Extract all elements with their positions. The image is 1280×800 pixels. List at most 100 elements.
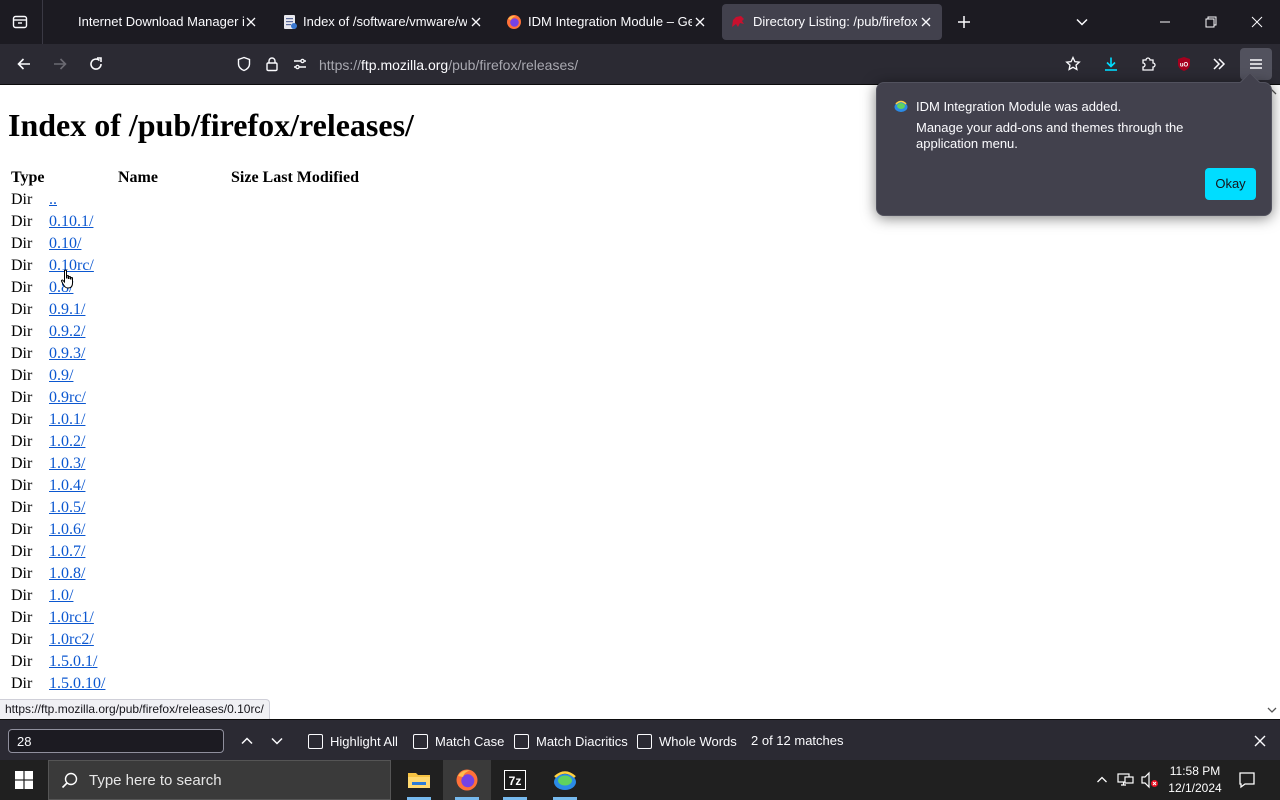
directory-link[interactable]: 0.9.1/ <box>49 301 85 319</box>
find-next-button[interactable] <box>265 729 289 753</box>
tab-close-button[interactable] <box>690 12 710 32</box>
forward-button[interactable] <box>44 48 76 80</box>
tab-title: IDM Integration Module – Get t <box>528 14 692 29</box>
directory-link[interactable]: 1.0.6/ <box>49 521 85 539</box>
entry-type: Dir <box>11 521 33 538</box>
directory-link[interactable]: 1.0/ <box>49 587 73 605</box>
checkbox-box[interactable] <box>637 733 652 749</box>
directory-link[interactable]: 1.0.5/ <box>49 499 85 517</box>
okay-button[interactable]: Okay <box>1205 168 1256 200</box>
directory-link[interactable]: 1.0rc2/ <box>49 631 94 649</box>
directory-link[interactable]: 1.0rc1/ <box>49 609 94 627</box>
minimize-button[interactable] <box>1142 0 1188 44</box>
reload-button[interactable] <box>80 48 112 80</box>
reload-icon <box>90 57 102 70</box>
restore-icon <box>1205 16 1217 28</box>
url-bar[interactable]: https://ftp.mozilla.org/pub/firefox/rele… <box>228 49 1094 80</box>
tab-close-button[interactable] <box>241 12 261 32</box>
directory-link[interactable]: 1.0.1/ <box>49 411 85 429</box>
ublock-origin-button[interactable]: uO <box>1168 48 1200 80</box>
directory-link[interactable]: 0.10.1/ <box>49 213 93 231</box>
entry-type: Dir <box>11 543 33 560</box>
tab-close-button[interactable] <box>466 12 486 32</box>
directory-link[interactable]: 0.9.2/ <box>49 323 85 341</box>
extensions-button[interactable] <box>1132 48 1164 80</box>
application-menu-button[interactable] <box>1240 48 1272 80</box>
find-input[interactable] <box>8 729 224 753</box>
match-diacritics-checkbox[interactable]: Match Diacritics <box>514 732 628 750</box>
start-button[interactable] <box>0 760 48 800</box>
directory-link[interactable]: 0.10/ <box>49 235 81 253</box>
match-case-checkbox[interactable]: Match Case <box>413 732 504 750</box>
tab-idm-integration-module[interactable]: IDM Integration Module – Get t <box>498 4 716 40</box>
show-hidden-icons-button[interactable] <box>1092 770 1112 790</box>
close-icon <box>1251 16 1263 28</box>
tab-close-button[interactable] <box>916 12 936 32</box>
checkbox-box[interactable] <box>308 733 323 749</box>
restore-button[interactable] <box>1188 0 1234 44</box>
downloads-button[interactable] <box>1095 48 1127 80</box>
directory-link[interactable]: .. <box>49 191 57 209</box>
firefox-addons-icon <box>506 14 522 30</box>
chevron-down-icon <box>271 737 283 745</box>
firefox-view-button[interactable] <box>6 8 34 36</box>
back-arrow-icon <box>17 58 30 70</box>
taskbar-firefox[interactable] <box>443 760 491 800</box>
highlight-all-checkbox[interactable]: Highlight All <box>308 732 398 750</box>
notification-title: IDM Integration Module was added. <box>916 99 1122 114</box>
back-button[interactable] <box>8 48 40 80</box>
taskbar-clock[interactable]: 11:58 PM 12/1/2024 <box>1165 763 1225 797</box>
tracking-protection-shield-icon[interactable] <box>236 56 252 77</box>
whole-words-checkbox[interactable]: Whole Words <box>637 732 737 750</box>
list-item: Dir 1.0.1/ <box>11 411 411 433</box>
taskbar-search-box[interactable]: Type here to search <box>48 760 391 800</box>
column-header-size-modified: Size Last Modified <box>231 169 359 186</box>
directory-link[interactable]: 0.9rc/ <box>49 389 86 407</box>
action-center-button[interactable] <box>1234 768 1260 792</box>
directory-link[interactable]: 1.0.3/ <box>49 455 85 473</box>
tab-directory-listing[interactable]: Directory Listing: /pub/firefox/r <box>722 4 942 40</box>
mozilla-dino-favicon-icon <box>730 14 746 30</box>
directory-link[interactable]: 0.9/ <box>49 367 73 385</box>
find-previous-button[interactable] <box>235 729 259 753</box>
list-all-tabs-button[interactable] <box>1068 8 1096 36</box>
list-item: Dir 0.9.3/ <box>11 345 411 367</box>
bookmark-star-button[interactable] <box>1057 48 1089 80</box>
directory-link[interactable]: 0.9.3/ <box>49 345 85 363</box>
taskbar-idm[interactable] <box>541 760 589 800</box>
more-tools-button[interactable] <box>1203 48 1235 80</box>
list-item: Dir 0.10/ <box>11 235 411 257</box>
whole-words-label: Whole Words <box>659 733 737 749</box>
tab-idm-download-manager[interactable]: Internet Download Manager is c <box>48 4 266 40</box>
lock-icon[interactable] <box>264 56 280 77</box>
taskbar-7zip[interactable]: 7z <box>491 760 539 800</box>
scroll-down-arrow-icon[interactable] <box>1267 706 1277 714</box>
list-item: Dir 1.0rc1/ <box>11 609 411 631</box>
list-item: Dir 1.0rc2/ <box>11 631 411 653</box>
network-status-button[interactable] <box>1116 770 1136 790</box>
directory-link[interactable]: 1.0.7/ <box>49 543 85 561</box>
directory-link[interactable]: 1.5.0.1/ <box>49 653 97 671</box>
entry-type: Dir <box>11 323 33 340</box>
firefox-icon <box>456 769 478 791</box>
tab-vmware-index[interactable]: Index of /software/vmware/wo <box>274 4 492 40</box>
close-find-bar-button[interactable] <box>1248 729 1272 753</box>
url-scheme: https:// <box>319 57 362 73</box>
directory-link[interactable]: 1.0.2/ <box>49 433 85 451</box>
checkbox-box[interactable] <box>514 733 529 749</box>
url-text[interactable]: https://ftp.mozilla.org/pub/firefox/rele… <box>319 56 578 74</box>
file-explorer-icon <box>408 773 430 788</box>
taskbar-file-explorer[interactable] <box>395 760 443 800</box>
tab-title: Index of /software/vmware/wo <box>303 14 467 29</box>
directory-link[interactable]: 1.0.8/ <box>49 565 85 583</box>
volume-button[interactable] <box>1140 770 1160 790</box>
directory-link[interactable]: 1.5.0.10/ <box>49 675 105 693</box>
checkbox-box[interactable] <box>413 733 428 749</box>
new-tab-button[interactable] <box>950 8 978 36</box>
7zip-icon: 7z <box>504 770 526 790</box>
permissions-icon[interactable] <box>292 56 308 77</box>
idm-logo-icon <box>894 100 908 112</box>
directory-link[interactable]: 1.0.4/ <box>49 477 85 495</box>
window-close-button[interactable] <box>1234 0 1280 44</box>
tab-title: Directory Listing: /pub/firefox/r <box>753 14 917 29</box>
